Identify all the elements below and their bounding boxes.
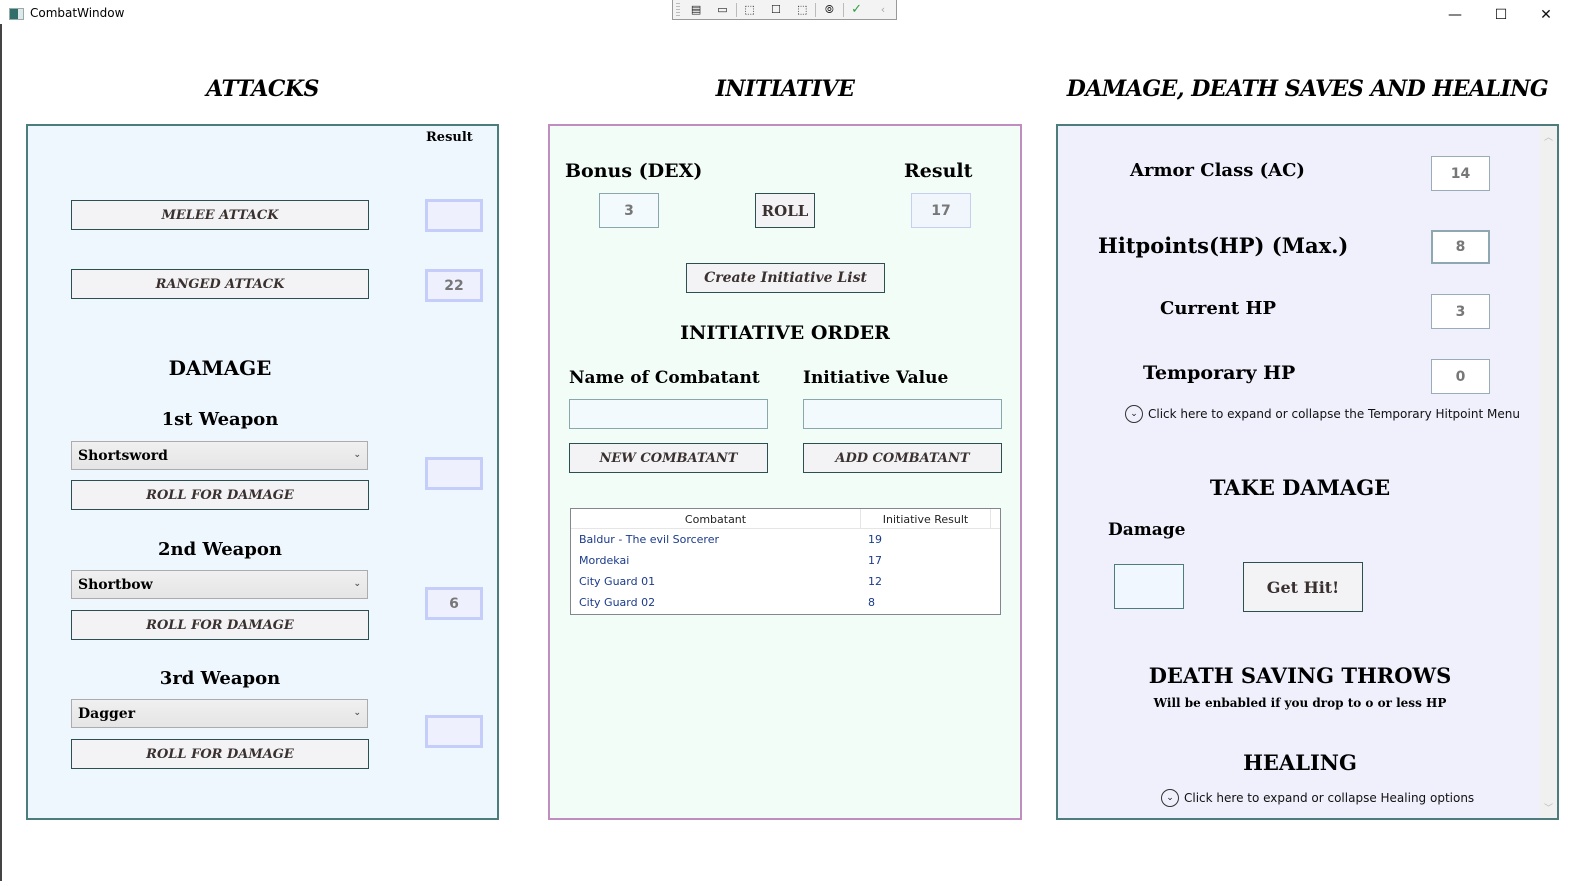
chevron-down-icon: ⌄ [353, 708, 361, 718]
weapon-1-selected: Shortsword [78, 447, 168, 464]
weapon-2-label: 2nd Weapon [157, 539, 282, 560]
get-hit-button[interactable]: Get Hit! [1243, 562, 1363, 612]
table-row[interactable]: Mordekai 17 [571, 551, 1000, 572]
temp-hp-box: 0 [1431, 359, 1490, 394]
combatant-name: City Guard 01 [579, 575, 656, 588]
select-element-icon[interactable]: ⬚ [737, 1, 763, 19]
death-saves-heading: DEATH SAVING THROWS [1148, 663, 1452, 688]
bonus-dex-input[interactable]: 3 [599, 193, 659, 228]
healing-heading: HEALING [1243, 750, 1357, 775]
weapon-2-result-box: 6 [425, 587, 483, 620]
scroll-down-icon[interactable]: ﹀ [1540, 799, 1557, 816]
temp-hp-label: Temporary HP [1143, 362, 1296, 384]
weapon-3-roll-button[interactable]: ROLL FOR DAMAGE [71, 739, 369, 769]
binding-failures-icon[interactable]: ⦾ [816, 1, 842, 19]
list-header: Combatant Initiative Result [571, 509, 1000, 529]
collapse-toolbar-icon[interactable]: ‹ [870, 1, 896, 19]
healing-expander[interactable]: ⌄ Click here to expand or collapse Heali… [1161, 789, 1474, 807]
expand-chevron-icon: ⌄ [1161, 789, 1179, 807]
hot-reload-ok-icon[interactable]: ✓ [844, 1, 870, 19]
weapon-3-select[interactable]: Dagger ⌄ [71, 699, 368, 728]
initiative-list[interactable]: Combatant Initiative Result Baldur - The… [570, 508, 1001, 615]
initiative-result: 8 [868, 596, 875, 609]
window-edge [0, 24, 2, 881]
temp-hp-expander[interactable]: ⌄ Click here to expand or collapse the T… [1125, 405, 1520, 423]
weapon-3-result-box [425, 715, 483, 748]
window-title: CombatWindow [30, 6, 125, 20]
death-saves-note: Will be enbabled if you drop to o or les… [1153, 696, 1447, 710]
column-header-initiative-result[interactable]: Initiative Result [861, 509, 991, 529]
roll-initiative-button[interactable]: ROLL [755, 193, 815, 228]
table-row[interactable]: City Guard 02 8 [571, 593, 1000, 614]
create-initiative-list-button[interactable]: Create Initiative List [686, 263, 885, 293]
armor-class-label: Armor Class (AC) [1130, 160, 1305, 181]
weapon-1-label: 1st Weapon [161, 409, 279, 430]
ranged-result-box: 22 [425, 269, 483, 302]
initiative-order-heading: INITIATIVE ORDER [680, 322, 890, 344]
damage-label: Damage [1108, 520, 1186, 540]
table-row[interactable]: Baldur - The evil Sorcerer 19 [571, 530, 1000, 551]
vertical-scrollbar[interactable]: ︿ ﹀ [1540, 126, 1557, 818]
initiative-result: 19 [868, 533, 882, 546]
live-visual-tree-icon[interactable]: ▤ [683, 1, 709, 19]
current-hp-box: 3 [1431, 294, 1490, 329]
bonus-dex-label: Bonus (DEX) [565, 160, 703, 182]
weapon-2-roll-button[interactable]: ROLL FOR DAMAGE [71, 610, 369, 640]
weapon-3-selected: Dagger [78, 705, 136, 722]
damage-heading: DAMAGE [168, 356, 272, 380]
weapon-1-select[interactable]: Shortsword ⌄ [71, 441, 368, 470]
minimize-button[interactable]: — [1432, 0, 1478, 30]
initiative-result: 17 [868, 554, 882, 567]
close-button[interactable]: ✕ [1523, 0, 1569, 30]
combatant-name: Mordekai [579, 554, 630, 567]
weapon-2-selected: Shortbow [78, 576, 153, 593]
column-header-combatant[interactable]: Combatant [571, 509, 861, 529]
debug-toolbar: ▤ ▭ ⬚ ☐ ⬚ ⦾ ✓ ‹ [672, 0, 897, 20]
max-hp-label: Hitpoints(HP) (Max.) [1098, 233, 1349, 258]
current-hp-label: Current HP [1160, 298, 1277, 319]
initiative-value-label: Initiative Value [803, 368, 949, 388]
healing-expander-label: Click here to expand or collapse Healing… [1184, 791, 1475, 805]
combatant-name-label: Name of Combatant [569, 368, 760, 388]
combatant-name-input[interactable] [569, 399, 768, 429]
weapon-1-result-box [425, 457, 483, 490]
table-row[interactable]: City Guard 01 12 [571, 572, 1000, 593]
chevron-down-icon: ⌄ [353, 450, 361, 460]
ranged-attack-button[interactable]: RANGED ATTACK [71, 269, 369, 299]
max-hp-box: 8 [1431, 230, 1490, 264]
initiative-result-box: 17 [911, 193, 971, 228]
maximize-button[interactable]: ☐ [1478, 0, 1524, 30]
scroll-up-icon[interactable]: ︿ [1540, 128, 1557, 145]
melee-attack-button[interactable]: MELEE ATTACK [71, 200, 369, 230]
app-icon [9, 8, 24, 20]
attacks-panel: Result MELEE ATTACK RANGED ATTACK 22 DAM… [26, 124, 499, 820]
weapon-3-label: 3rd Weapon [159, 668, 281, 689]
damage-panel: Armor Class (AC) 14 Hitpoints(HP) (Max.)… [1056, 124, 1559, 820]
initiative-title: INITIATIVE [715, 76, 855, 102]
display-layout-adorners-icon[interactable]: ☐ [763, 1, 789, 19]
combatant-name: Baldur - The evil Sorcerer [579, 533, 720, 546]
combatant-name: City Guard 02 [579, 596, 656, 609]
initiative-panel: Bonus (DEX) 3 ROLL Result 17 Create Init… [548, 124, 1022, 820]
armor-class-box: 14 [1431, 156, 1490, 191]
weapon-2-select[interactable]: Shortbow ⌄ [71, 570, 368, 599]
initiative-result: 12 [868, 575, 882, 588]
track-focused-element-icon[interactable]: ⬚ [789, 1, 815, 19]
new-combatant-button[interactable]: NEW COMBATANT [569, 443, 768, 473]
take-damage-heading: TAKE DAMAGE [1209, 475, 1391, 500]
initiative-result-label: Result [904, 160, 973, 182]
chevron-down-icon: ⌄ [353, 579, 361, 589]
temp-hp-expander-label: Click here to expand or collapse the Tem… [1148, 407, 1520, 421]
melee-result-box [425, 199, 483, 232]
damage-panel-title: DAMAGE, DEATH SAVES AND HEALING [1066, 76, 1549, 102]
initiative-value-input[interactable] [803, 399, 1002, 429]
attacks-title: ATTACKS [206, 76, 319, 102]
record-icon[interactable]: ▭ [709, 1, 735, 19]
add-combatant-button[interactable]: ADD COMBATANT [803, 443, 1002, 473]
damage-input[interactable] [1114, 564, 1184, 609]
expand-chevron-icon: ⌄ [1125, 405, 1143, 423]
result-header: Result [426, 130, 473, 145]
weapon-1-roll-button[interactable]: ROLL FOR DAMAGE [71, 480, 369, 510]
toolbar-grip[interactable] [676, 3, 680, 17]
